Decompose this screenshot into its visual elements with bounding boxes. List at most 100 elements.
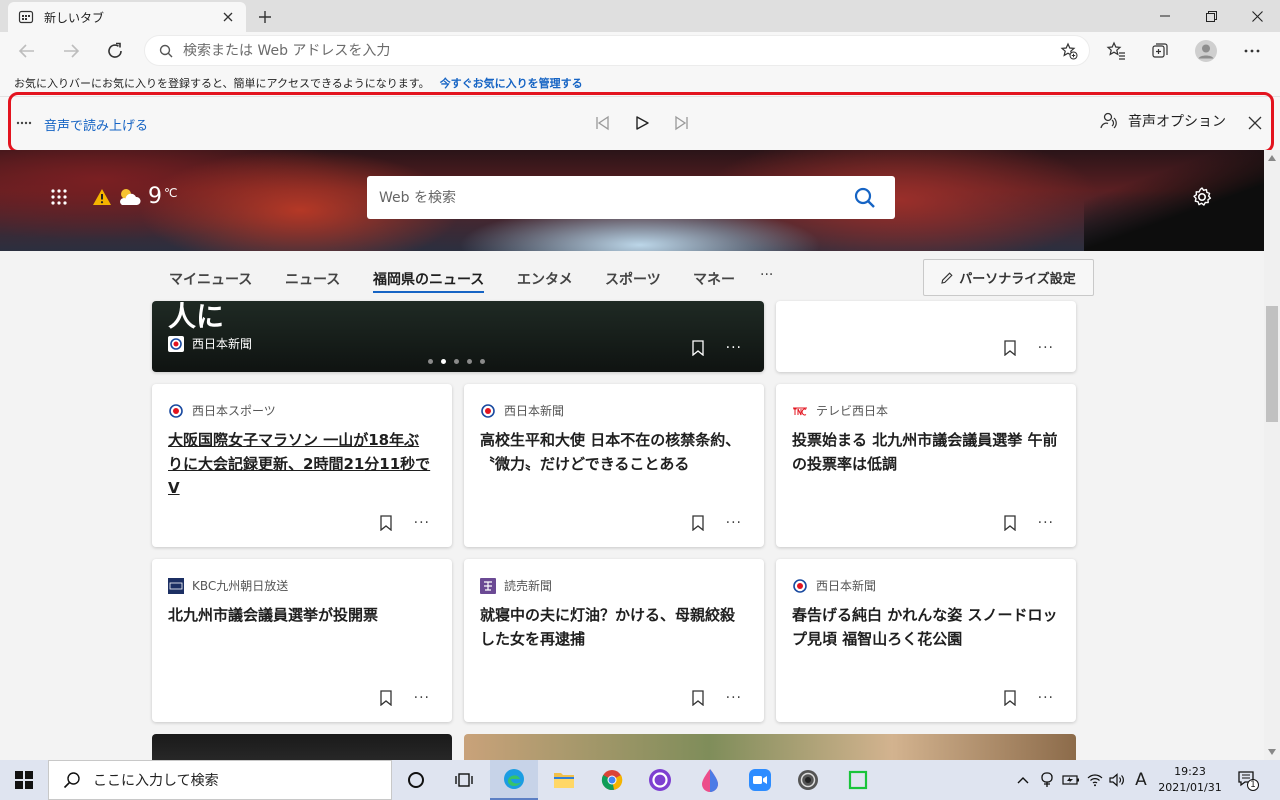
news-card[interactable]: テレビ西日本 投票始まる 北九州市議会議員選挙 午前の投票率は低調 ··· bbox=[776, 384, 1076, 547]
card-more-button[interactable]: ··· bbox=[726, 340, 742, 356]
card-headline[interactable]: 就寝中の夫に灯油？かける、母親絞殺した女を再逮捕 bbox=[480, 603, 746, 651]
nav-tab-entertainment[interactable]: エンタメ bbox=[517, 269, 573, 289]
network-button[interactable] bbox=[1084, 760, 1106, 800]
address-input[interactable] bbox=[183, 42, 1055, 59]
start-button[interactable] bbox=[0, 760, 48, 800]
bookmark-icon[interactable] bbox=[688, 338, 708, 358]
taskbar-chrome[interactable] bbox=[588, 760, 636, 800]
task-view-button[interactable] bbox=[440, 760, 488, 800]
carousel-dot[interactable] bbox=[467, 359, 472, 364]
clock[interactable]: 19:23 2021/01/31 bbox=[1152, 764, 1228, 796]
drag-handle-icon[interactable] bbox=[16, 115, 32, 131]
refresh-button[interactable] bbox=[100, 36, 130, 66]
taskbar-app-green[interactable] bbox=[834, 760, 882, 800]
voice-options-button[interactable]: 音声オプション bbox=[1098, 111, 1226, 131]
nav-tab-my-news[interactable]: マイニュース bbox=[169, 269, 252, 289]
profile-button[interactable] bbox=[1191, 36, 1221, 66]
settings-more-button[interactable] bbox=[1237, 36, 1267, 66]
cortana-button[interactable] bbox=[392, 760, 440, 800]
taskbar-app-purple[interactable] bbox=[636, 760, 684, 800]
web-search-box[interactable] bbox=[367, 176, 895, 219]
bookmark-icon[interactable] bbox=[688, 513, 708, 533]
nav-more-button[interactable]: ··· bbox=[760, 267, 773, 283]
news-card-image[interactable] bbox=[464, 734, 1076, 760]
action-center-button[interactable]: 1 bbox=[1236, 768, 1260, 792]
taskbar-edge[interactable] bbox=[490, 760, 538, 800]
bookmark-icon[interactable] bbox=[1000, 338, 1020, 358]
card-more-button[interactable]: ··· bbox=[726, 690, 742, 706]
news-card[interactable]: 読売新聞 就寝中の夫に灯油？かける、母親絞殺した女を再逮捕 ··· bbox=[464, 559, 764, 722]
ime-indicator[interactable]: A bbox=[1130, 760, 1152, 800]
address-bar[interactable] bbox=[144, 35, 1090, 66]
card-more-button[interactable]: ··· bbox=[726, 515, 742, 531]
close-window-button[interactable] bbox=[1234, 0, 1280, 32]
news-card[interactable]: 西日本新聞 春告げる純白 かれんな姿 スノードロップ見頃 福智山ろく花公園 ··… bbox=[776, 559, 1076, 722]
taskbar-search[interactable]: ここに入力して検索 bbox=[48, 760, 392, 800]
carousel-dot[interactable] bbox=[454, 359, 459, 364]
volume-button[interactable] bbox=[1106, 760, 1128, 800]
weather-widget[interactable]: 9 ℃ bbox=[92, 184, 177, 209]
back-button[interactable] bbox=[12, 36, 42, 66]
card-headline[interactable]: 大阪国際女子マラソン 一山が18年ぶりに大会記録更新、2時間21分11秒でV bbox=[168, 428, 434, 500]
taskbar-zoom[interactable] bbox=[736, 760, 784, 800]
card-more-button[interactable]: ··· bbox=[1038, 515, 1054, 531]
card-more-button[interactable]: ··· bbox=[414, 690, 430, 706]
top-right-card[interactable]: ··· bbox=[776, 301, 1076, 372]
previous-paragraph-button[interactable] bbox=[590, 111, 614, 135]
news-card[interactable]: 西日本スポーツ 大阪国際女子マラソン 一山が18年ぶりに大会記録更新、2時間21… bbox=[152, 384, 452, 547]
web-search-input[interactable] bbox=[379, 189, 845, 206]
minimize-button[interactable] bbox=[1142, 0, 1188, 32]
play-button[interactable] bbox=[630, 111, 654, 135]
scroll-down-icon[interactable] bbox=[1267, 747, 1277, 757]
favorites-button[interactable] bbox=[1101, 36, 1131, 66]
card-headline[interactable]: 投票始まる 北九州市議会議員選挙 午前の投票率は低調 bbox=[792, 428, 1058, 476]
card-headline[interactable]: 北九州市議会議員選挙が投開票 bbox=[168, 603, 434, 627]
collections-button[interactable] bbox=[1145, 36, 1175, 66]
news-card-image[interactable] bbox=[152, 734, 452, 760]
restore-button[interactable] bbox=[1188, 0, 1234, 32]
bookmark-icon[interactable] bbox=[376, 688, 396, 708]
manage-favorites-link[interactable]: 今すぐお気に入りを管理する bbox=[440, 75, 583, 91]
battery-button[interactable] bbox=[1060, 760, 1082, 800]
nav-tab-sports[interactable]: スポーツ bbox=[605, 269, 661, 289]
app-launcher-button[interactable] bbox=[50, 188, 68, 206]
forward-button[interactable] bbox=[56, 36, 86, 66]
nav-tab-money[interactable]: マネー bbox=[693, 269, 735, 289]
tray-app-icon[interactable] bbox=[1036, 760, 1058, 800]
search-icon[interactable] bbox=[845, 187, 885, 209]
scroll-up-icon[interactable] bbox=[1267, 153, 1277, 163]
featured-headline[interactable]: 人に bbox=[168, 301, 224, 335]
taskbar-app-camera[interactable] bbox=[784, 760, 832, 800]
card-headline[interactable]: 高校生平和大使 日本不在の核禁条約、〝微力〟だけどできることある bbox=[480, 428, 746, 476]
news-card[interactable]: KBC九州朝日放送 北九州市議会議員選挙が投開票 ··· bbox=[152, 559, 452, 722]
carousel-dot-active[interactable] bbox=[441, 359, 446, 364]
taskbar-app-drop[interactable] bbox=[686, 760, 734, 800]
carousel-dot[interactable] bbox=[428, 359, 433, 364]
page-scrollbar[interactable] bbox=[1264, 150, 1280, 760]
bookmark-icon[interactable] bbox=[688, 688, 708, 708]
card-more-button[interactable]: ··· bbox=[414, 515, 430, 531]
tab-close-icon[interactable] bbox=[220, 9, 236, 25]
news-card[interactable]: 西日本新聞 高校生平和大使 日本不在の核禁条約、〝微力〟だけどできることある ·… bbox=[464, 384, 764, 547]
add-favorite-icon[interactable] bbox=[1055, 37, 1083, 65]
bookmark-icon[interactable] bbox=[1000, 513, 1020, 533]
card-more-button[interactable]: ··· bbox=[1038, 340, 1054, 356]
personalize-button[interactable]: パーソナライズ設定 bbox=[923, 259, 1094, 296]
taskbar-file-explorer[interactable] bbox=[540, 760, 588, 800]
nav-tab-news[interactable]: ニュース bbox=[285, 269, 340, 289]
card-more-button[interactable]: ··· bbox=[1038, 690, 1054, 706]
next-paragraph-button[interactable] bbox=[670, 111, 694, 135]
bookmark-icon[interactable] bbox=[376, 513, 396, 533]
close-read-aloud-button[interactable] bbox=[1244, 112, 1266, 134]
new-tab-button[interactable] bbox=[254, 6, 276, 28]
nav-tab-fukuoka-news[interactable]: 福岡県のニュース bbox=[373, 269, 485, 293]
page-settings-button[interactable] bbox=[1191, 186, 1213, 208]
carousel-dot[interactable] bbox=[480, 359, 485, 364]
featured-card[interactable]: 人に 西日本新聞 ··· bbox=[152, 301, 764, 372]
scrollbar-thumb[interactable] bbox=[1266, 306, 1278, 422]
tab-new-tab[interactable]: 新しいタブ bbox=[8, 2, 246, 32]
tray-overflow-button[interactable] bbox=[1012, 760, 1034, 800]
bookmark-icon[interactable] bbox=[1000, 688, 1020, 708]
card-headline[interactable]: 春告げる純白 かれんな姿 スノードロップ見頃 福智山ろく花公園 bbox=[792, 603, 1058, 651]
carousel-indicator[interactable] bbox=[428, 359, 493, 364]
